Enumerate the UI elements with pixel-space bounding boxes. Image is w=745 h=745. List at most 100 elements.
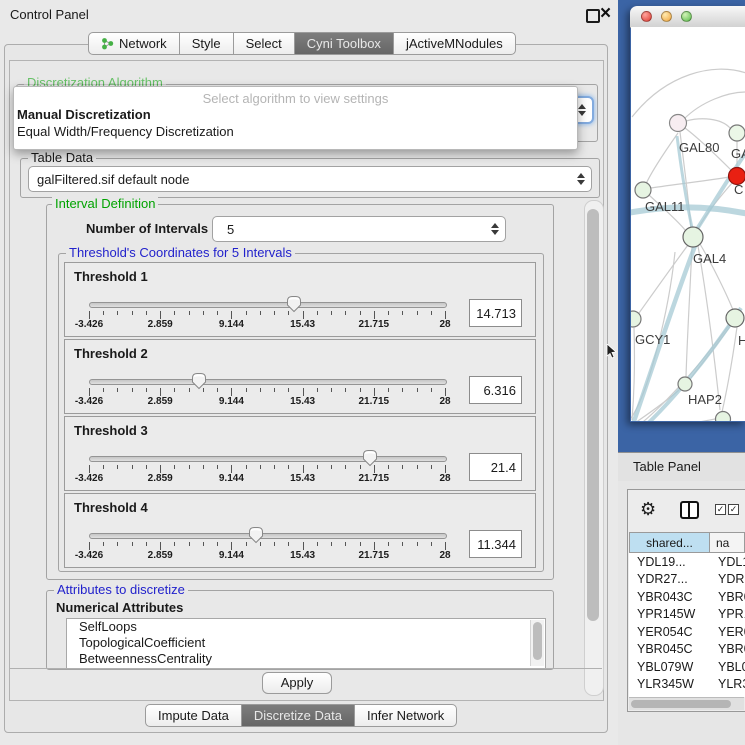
node-table: ⚙ ✓ ✓ shared... na YDL19...YDL1YDR27...Y… bbox=[627, 489, 745, 712]
table-row[interactable]: YDL19...YDL1 bbox=[629, 553, 745, 571]
slider-thumb[interactable] bbox=[248, 526, 264, 544]
scale-label: 2.859 bbox=[148, 550, 173, 561]
cell-name[interactable]: YDL1 bbox=[710, 555, 745, 569]
threshold-slider[interactable] bbox=[89, 302, 447, 308]
cell-name[interactable]: YLR3 bbox=[710, 677, 745, 691]
network-node[interactable] bbox=[726, 309, 744, 327]
list-scrollbar-thumb[interactable] bbox=[533, 622, 542, 660]
tick-mark bbox=[388, 465, 389, 469]
algorithm-option[interactable]: Manual Discretization bbox=[14, 106, 577, 123]
combo-stepper-icon bbox=[491, 223, 499, 235]
table-hscrollbar[interactable] bbox=[629, 697, 744, 710]
mouse-cursor bbox=[606, 344, 618, 360]
attribute-list-item[interactable]: BetweennessCentrality bbox=[67, 651, 545, 667]
zoom-button[interactable] bbox=[681, 11, 692, 22]
apply-button[interactable]: Apply bbox=[262, 672, 332, 694]
slider-thumb[interactable] bbox=[191, 372, 207, 390]
tab-network[interactable]: Network bbox=[88, 32, 180, 55]
table-row[interactable]: YBR045CYBR0 bbox=[629, 641, 745, 659]
network-edge[interactable] bbox=[632, 69, 745, 117]
combo-stepper-icon bbox=[578, 104, 586, 116]
tab-discretize-data[interactable]: Discretize Data bbox=[241, 704, 355, 727]
column-header-shared-name[interactable]: shared... bbox=[629, 532, 710, 553]
cell-name[interactable]: YBR0 bbox=[710, 590, 745, 604]
cell-name[interactable]: YPR1 bbox=[710, 607, 745, 621]
tick-mark bbox=[374, 465, 375, 473]
tab-select[interactable]: Select bbox=[233, 32, 295, 55]
cell-shared-name[interactable]: YBL079W bbox=[629, 660, 710, 674]
table-row[interactable]: YDR27...YDR2 bbox=[629, 571, 745, 589]
threshold-slider[interactable] bbox=[89, 533, 447, 539]
network-edge[interactable] bbox=[686, 119, 730, 128]
num-intervals-combo[interactable]: 5 bbox=[212, 216, 506, 242]
close-icon[interactable]: × bbox=[600, 2, 611, 26]
panel-scrollbar-thumb[interactable] bbox=[587, 209, 599, 621]
attribute-list-item[interactable]: TopologicalCoefficient bbox=[67, 635, 545, 651]
tab-style[interactable]: Style bbox=[179, 32, 234, 55]
network-node[interactable] bbox=[729, 125, 745, 141]
network-view-window[interactable]: GAL80GACGAL11GAL4GCY1HHAP2 bbox=[630, 6, 745, 422]
numerical-attributes-list[interactable]: SelfLoopsTopologicalCoefficientBetweenne… bbox=[66, 618, 546, 669]
cell-name[interactable]: YBL0 bbox=[710, 660, 745, 674]
network-window-titlebar[interactable] bbox=[630, 6, 745, 28]
gear-icon[interactable]: ⚙ bbox=[640, 499, 656, 519]
tick-mark bbox=[260, 465, 261, 469]
tab-cyni-toolbox[interactable]: Cyni Toolbox bbox=[294, 32, 394, 55]
threshold-value-field[interactable]: 21.4 bbox=[469, 453, 522, 481]
network-node[interactable] bbox=[683, 227, 703, 247]
cell-shared-name[interactable]: YLR345W bbox=[629, 677, 710, 691]
network-edge[interactable] bbox=[698, 246, 720, 410]
network-edge[interactable] bbox=[684, 92, 745, 119]
network-node[interactable] bbox=[631, 311, 641, 327]
cell-shared-name[interactable]: YPR145W bbox=[629, 607, 710, 621]
slider-thumb[interactable] bbox=[362, 449, 378, 467]
tab-infer-network[interactable]: Infer Network bbox=[354, 704, 457, 727]
threshold-value-field[interactable]: 14.713 bbox=[469, 299, 522, 327]
attribute-list-item[interactable]: SelfLoops bbox=[67, 619, 545, 635]
minimize-button[interactable] bbox=[661, 11, 672, 22]
table-hscrollbar-thumb[interactable] bbox=[631, 700, 731, 708]
screenshot-stage: Control Panel × NetworkStyleSelectCyni T… bbox=[0, 0, 745, 745]
panel-scrollbar[interactable] bbox=[584, 200, 604, 696]
cell-shared-name[interactable]: YBR043C bbox=[629, 590, 710, 604]
tab-impute-data[interactable]: Impute Data bbox=[145, 704, 242, 727]
table-row[interactable]: YLR345WYLR3 bbox=[629, 676, 745, 694]
close-button[interactable] bbox=[641, 11, 652, 22]
network-node[interactable] bbox=[635, 182, 651, 198]
tick-mark bbox=[417, 465, 418, 469]
table-row[interactable]: YBR043CYBR0 bbox=[629, 588, 745, 606]
threshold-slider[interactable] bbox=[89, 379, 447, 385]
tick-mark bbox=[103, 311, 104, 315]
network-edge[interactable] bbox=[722, 327, 737, 412]
checkbox-checked-icon[interactable]: ✓ bbox=[715, 504, 726, 515]
cell-shared-name[interactable]: YDL19... bbox=[629, 555, 710, 569]
threshold-value-field[interactable]: 11.344 bbox=[469, 530, 522, 558]
cell-name[interactable]: YER0 bbox=[710, 625, 745, 639]
tick-mark bbox=[303, 542, 304, 550]
cell-shared-name[interactable]: YBR045C bbox=[629, 642, 710, 656]
cell-name[interactable]: YBR0 bbox=[710, 642, 745, 656]
table-row[interactable]: YBL079WYBL0 bbox=[629, 658, 745, 676]
cell-shared-name[interactable]: YER054C bbox=[629, 625, 710, 639]
table-row[interactable]: YPR145WYPR1 bbox=[629, 606, 745, 624]
table-data-combo[interactable]: galFiltered.sif default node bbox=[28, 166, 592, 192]
split-column-icon[interactable] bbox=[680, 501, 699, 519]
network-node[interactable] bbox=[670, 115, 687, 132]
table-row[interactable]: YER054CYER0 bbox=[629, 623, 745, 641]
threshold-slider[interactable] bbox=[89, 456, 447, 462]
network-edge[interactable] bbox=[645, 133, 678, 186]
node-label: GA bbox=[731, 146, 745, 161]
cell-name[interactable]: YDR2 bbox=[710, 572, 745, 586]
threshold-value-field[interactable]: 6.316 bbox=[469, 376, 522, 404]
network-edge[interactable] bbox=[651, 177, 729, 188]
network-node[interactable] bbox=[716, 412, 731, 422]
algorithm-option[interactable]: Equal Width/Frequency Discretization bbox=[14, 123, 577, 140]
checkbox-checked-icon[interactable]: ✓ bbox=[728, 504, 739, 515]
tab-jactivemnodules[interactable]: jActiveMNodules bbox=[393, 32, 516, 55]
column-header-name[interactable]: na bbox=[709, 532, 745, 553]
network-node[interactable] bbox=[678, 377, 692, 391]
network-canvas[interactable]: GAL80GACGAL11GAL4GCY1HHAP2 bbox=[631, 27, 745, 421]
list-scrollbar[interactable] bbox=[530, 620, 544, 666]
float-window-icon[interactable] bbox=[586, 9, 600, 23]
cell-shared-name[interactable]: YDR27... bbox=[629, 572, 710, 586]
